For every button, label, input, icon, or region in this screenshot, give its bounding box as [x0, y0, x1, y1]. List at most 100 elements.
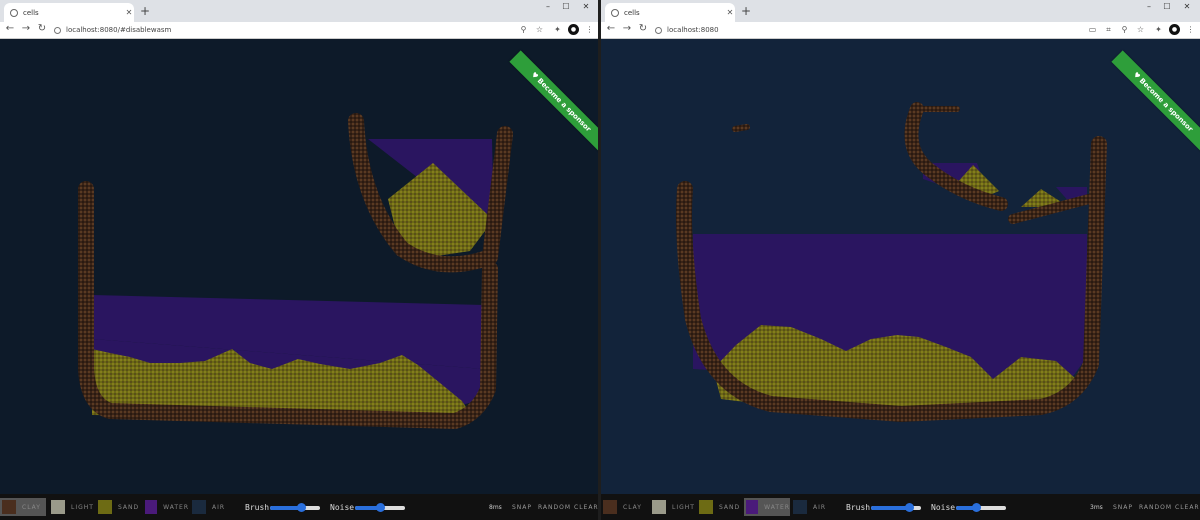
close-window-button[interactable]: ✕ [578, 2, 594, 11]
bookmark-star-icon[interactable]: ☆ [1135, 24, 1146, 35]
noise-slider-knob[interactable] [376, 503, 385, 512]
browser-window-right: cells ✕ + – ☐ ✕ ← → ↻ localhost:8080 ▭ ⌗… [601, 0, 1200, 520]
frame-time: 3ms [1090, 503, 1103, 511]
control-bar: CLAY LIGHT SAND WATER AIR Brush Noise 3m… [601, 494, 1200, 520]
light-swatch [652, 500, 666, 514]
noise-slider-knob[interactable] [972, 503, 981, 512]
forward-arrow-icon[interactable]: → [621, 23, 633, 34]
minimize-button[interactable]: – [540, 2, 556, 11]
screenshot-icon[interactable]: ⌗ [1103, 24, 1114, 35]
light-swatch [51, 500, 65, 514]
noise-slider[interactable] [956, 503, 1006, 512]
sand-label: SAND [719, 503, 741, 511]
brush-slider[interactable] [871, 503, 921, 512]
globe-icon [611, 8, 619, 17]
tab-title: cells [624, 8, 640, 17]
random-button[interactable]: RANDOM [1139, 498, 1172, 516]
sand-label: SAND [118, 503, 140, 511]
sandbox-scene [78, 113, 513, 429]
light-label: LIGHT [71, 503, 94, 511]
brush-slider-knob[interactable] [297, 503, 306, 512]
tab-strip: cells ✕ + – ☐ ✕ [601, 0, 1200, 22]
snap-button[interactable]: SNAP [1113, 498, 1133, 516]
bookmark-star-icon[interactable]: ☆ [534, 24, 545, 35]
light-material-button[interactable]: LIGHT [650, 498, 696, 516]
simulation-canvas[interactable]: ♥ Become a sponsor [601, 39, 1200, 494]
close-tab-icon[interactable]: ✕ [124, 8, 134, 17]
new-tab-button[interactable]: + [739, 4, 753, 18]
sand-material-button[interactable]: SAND [96, 498, 142, 516]
profile-avatar-icon[interactable]: ● [568, 24, 579, 35]
simulation-canvas[interactable]: ♥ Become a sponsor [0, 39, 598, 494]
sand-material-button[interactable]: SAND [697, 498, 743, 516]
globe-icon [10, 8, 18, 17]
browser-tab[interactable]: cells ✕ [605, 3, 735, 22]
air-label: AIR [212, 503, 226, 511]
brush-slider-fill [871, 506, 909, 510]
air-label: AIR [813, 503, 827, 511]
noise-label: Noise [330, 502, 355, 512]
sandbox-scene [676, 102, 1107, 422]
browser-tab[interactable]: cells ✕ [4, 3, 134, 22]
brush-slider[interactable] [270, 503, 320, 512]
browser-window-left: cells ✕ + – ☐ ✕ ← → ↻ localhost:8080/#di… [0, 0, 598, 520]
water-swatch [145, 500, 158, 514]
sand-swatch [699, 500, 713, 514]
clay-label: CLAY [22, 503, 41, 511]
water-material-button[interactable]: WATER [143, 498, 189, 516]
minimize-button[interactable]: – [1141, 2, 1157, 11]
clay-material-button[interactable]: CLAY [601, 498, 647, 516]
frame-time: 8ms [489, 503, 502, 511]
snap-button[interactable]: SNAP [512, 498, 532, 516]
maximize-button[interactable]: ☐ [558, 2, 574, 11]
forward-arrow-icon[interactable]: → [20, 23, 32, 34]
noise-label: Noise [931, 502, 956, 512]
water-material-button[interactable]: WATER [744, 498, 790, 516]
extensions-icon[interactable]: ✦ [552, 24, 563, 35]
close-tab-icon[interactable]: ✕ [725, 8, 735, 17]
address-bar[interactable]: localhost:8080/#disablewasm [54, 24, 384, 36]
water-label: WATER [163, 503, 189, 511]
clay-material-button[interactable]: CLAY [0, 498, 46, 516]
air-material-button[interactable]: AIR [190, 498, 236, 516]
zoom-icon[interactable]: ⚲ [518, 24, 529, 35]
address-bar[interactable]: localhost:8080 [655, 24, 985, 36]
menu-dots-icon[interactable]: ⋮ [1185, 24, 1196, 35]
clay-swatch [2, 500, 16, 514]
back-arrow-icon[interactable]: ← [4, 23, 16, 34]
clay-label: CLAY [623, 503, 642, 511]
close-window-button[interactable]: ✕ [1179, 2, 1195, 11]
browser-toolbar: ← → ↻ localhost:8080 ▭ ⌗ ⚲ ☆ ✦ ● ⋮ [601, 22, 1200, 39]
clear-button[interactable]: CLEAR [574, 498, 598, 516]
brush-label: Brush [846, 502, 871, 512]
site-info-icon[interactable] [54, 26, 61, 34]
clay-swatch [603, 500, 617, 514]
light-label: LIGHT [672, 503, 695, 511]
air-swatch [192, 500, 206, 514]
url-text: localhost:8080/#disablewasm [66, 26, 172, 34]
air-material-button[interactable]: AIR [791, 498, 837, 516]
brush-slider-knob[interactable] [904, 503, 914, 512]
control-bar: CLAY LIGHT SAND WATER AIR Brush Noise 8m… [0, 494, 598, 520]
water-label: WATER [764, 503, 790, 511]
reload-icon[interactable]: ↻ [637, 23, 649, 34]
maximize-button[interactable]: ☐ [1159, 2, 1175, 11]
profile-avatar-icon[interactable]: ● [1169, 24, 1180, 35]
clear-button[interactable]: CLEAR [1175, 498, 1200, 516]
tab-title: cells [23, 8, 39, 17]
menu-dots-icon[interactable]: ⋮ [584, 24, 595, 35]
clay-debris [732, 106, 960, 132]
tab-strip: cells ✕ + – ☐ ✕ [0, 0, 598, 22]
extensions-icon[interactable]: ✦ [1153, 24, 1164, 35]
noise-slider[interactable] [355, 503, 405, 512]
new-tab-button[interactable]: + [138, 4, 152, 18]
zoom-icon[interactable]: ⚲ [1119, 24, 1130, 35]
cast-icon[interactable]: ▭ [1087, 24, 1098, 35]
site-info-icon[interactable] [655, 26, 662, 34]
back-arrow-icon[interactable]: ← [605, 23, 617, 34]
water-swatch [746, 500, 759, 514]
air-swatch [793, 500, 807, 514]
reload-icon[interactable]: ↻ [36, 23, 48, 34]
light-material-button[interactable]: LIGHT [49, 498, 95, 516]
random-button[interactable]: RANDOM [538, 498, 571, 516]
